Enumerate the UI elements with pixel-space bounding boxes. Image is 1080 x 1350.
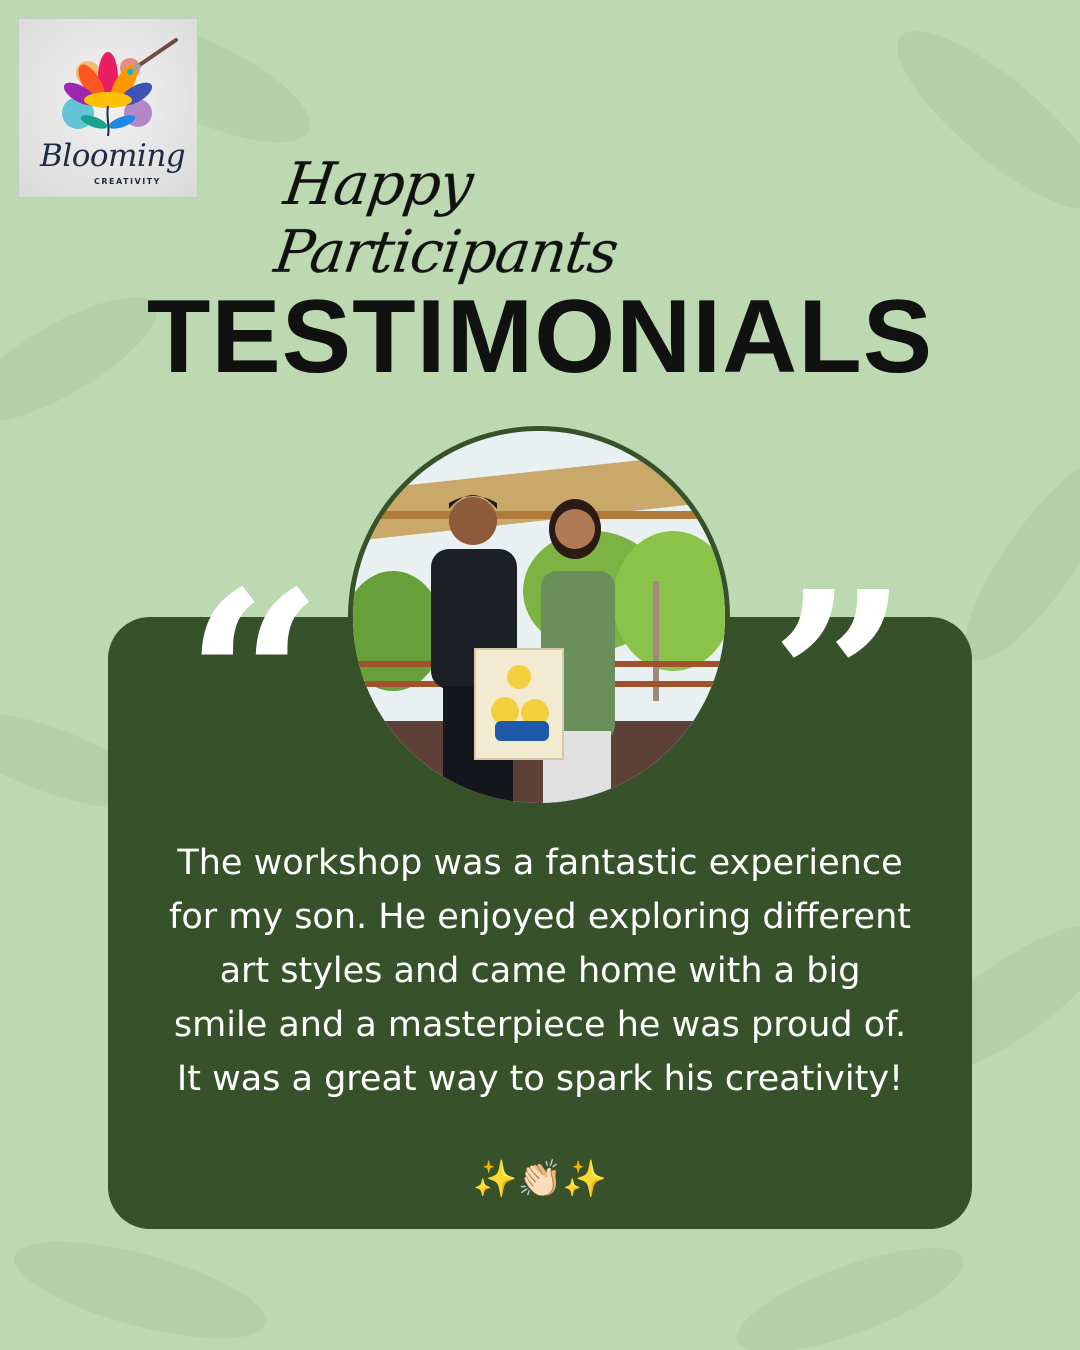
testimonial-text: The workshop was a fantastic experience … bbox=[169, 843, 911, 1099]
close-quote-icon: ” bbox=[770, 539, 909, 821]
open-quote-icon: “ bbox=[185, 539, 324, 821]
page-title: TESTIMONIALS bbox=[146, 279, 934, 395]
brand-tagline: CREATIVITY bbox=[94, 177, 161, 186]
photo-illustration bbox=[353, 431, 725, 803]
brand-name: Blooming bbox=[40, 138, 186, 174]
sparkles-clap-icon: ✨👏🏻✨ bbox=[472, 1159, 608, 1200]
brand-logo: Blooming CREATIVITY bbox=[18, 18, 198, 198]
participant-photo bbox=[348, 426, 730, 808]
script-heading: Happy Participants bbox=[270, 150, 622, 286]
